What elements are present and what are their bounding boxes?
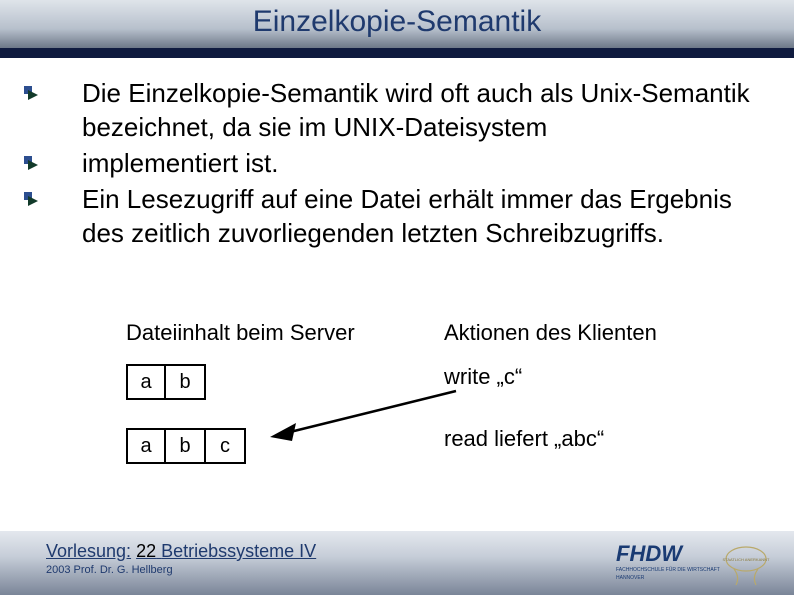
write-arrow-icon — [266, 385, 458, 445]
read-action-label: read liefert „abc“ — [444, 426, 604, 452]
bullet-item: implementiert ist. — [24, 146, 776, 180]
lecture-number: 22 — [136, 541, 156, 561]
slide-footer: Vorlesung: 22 Betriebssysteme IV 2003 Pr… — [0, 531, 794, 595]
client-column-header: Aktionen des Klienten — [444, 320, 784, 346]
fhdw-logo: FHDW FACHHOCHSCHULE FÜR DIE WIRTSCHAFT H… — [616, 541, 776, 587]
logo-sub2: HANNOVER — [616, 575, 645, 581]
bullet-text: implementiert ist. — [82, 146, 776, 180]
title-divider — [0, 48, 794, 58]
data-cell: b — [166, 428, 206, 464]
slide-title-bar: Einzelkopie-Semantik — [0, 0, 794, 48]
client-row-2: read liefert „abc“ — [444, 426, 784, 452]
illustration-area: Dateiinhalt beim Server a b a b c Aktion… — [24, 320, 776, 531]
logo-main-text: FHDW — [616, 541, 684, 566]
server-column-header: Dateiinhalt beim Server — [126, 320, 446, 346]
write-action-label: write „c“ — [444, 364, 522, 390]
logo-sub1: FACHHOCHSCHULE FÜR DIE WIRTSCHAFT — [616, 566, 720, 573]
data-cell: b — [166, 364, 206, 400]
bullet-item: Ein Lesezugriff auf eine Datei erhält im… — [24, 182, 776, 250]
client-column: Aktionen des Klienten write „c“ read lie… — [444, 320, 784, 452]
client-row-1: write „c“ — [444, 364, 784, 390]
data-cell: a — [126, 364, 166, 400]
arrow-bullet-icon — [24, 192, 38, 206]
arrow-bullet-icon — [24, 156, 38, 170]
data-cell: a — [126, 428, 166, 464]
arrow-bullet-icon — [24, 86, 38, 100]
svg-text:STAATLICH ANERKANNT: STAATLICH ANERKANNT — [723, 557, 771, 562]
slide-title: Einzelkopie-Semantik — [253, 0, 541, 44]
bullet-text: Ein Lesezugriff auf eine Datei erhält im… — [82, 182, 776, 250]
lecture-label: Vorlesung: — [46, 541, 131, 561]
bullet-text: Die Einzelkopie-Semantik wird oft auch a… — [82, 76, 776, 144]
lecture-title: Betriebssysteme IV — [161, 541, 316, 561]
data-cell: c — [206, 428, 246, 464]
logo-seal-icon: STAATLICH ANERKANNT — [723, 547, 771, 585]
bullet-item: Die Einzelkopie-Semantik wird oft auch a… — [24, 76, 776, 144]
